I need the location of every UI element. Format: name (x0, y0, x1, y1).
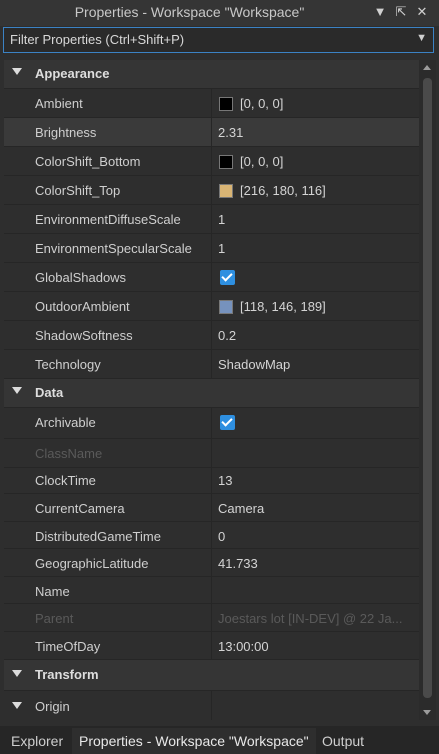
vertical-scrollbar[interactable] (419, 60, 436, 720)
property-name: Brightness (35, 125, 97, 140)
tab-output[interactable]: Output (315, 728, 371, 754)
property-row-geographiclatitude[interactable]: GeographicLatitude 41.733 (4, 549, 419, 577)
properties-panel: Appearance Ambient [0, 0, 0] Brightness … (4, 60, 419, 720)
property-value[interactable]: [0, 0, 0] (240, 154, 283, 169)
property-row-environmentspecularscale[interactable]: EnvironmentSpecularScale 1 (4, 234, 419, 263)
property-name: OutdoorAmbient (35, 299, 130, 314)
scroll-up-icon[interactable] (423, 65, 431, 70)
property-value[interactable]: [0, 0, 0] (240, 96, 283, 111)
filter-placeholder: Filter Properties (Ctrl+Shift+P) (10, 32, 185, 47)
collapse-caret-icon[interactable] (12, 68, 22, 75)
property-row-brightness[interactable]: Brightness 2.31 (4, 118, 419, 147)
property-row-clocktime[interactable]: ClockTime 13 (4, 468, 419, 494)
property-row-colorshift-bottom[interactable]: ColorShift_Bottom [0, 0, 0] (4, 147, 419, 176)
property-name: EnvironmentDiffuseScale (35, 212, 181, 227)
property-name: Parent (35, 611, 74, 626)
property-name: TimeOfDay (35, 639, 101, 654)
property-name: EnvironmentSpecularScale (35, 241, 192, 256)
checkbox-checked[interactable] (220, 270, 235, 285)
property-value[interactable]: Camera (218, 501, 264, 516)
property-name: DistributedGameTime (35, 529, 161, 544)
property-value[interactable]: [118, 146, 189] (240, 299, 326, 314)
property-value[interactable]: 1 (218, 212, 225, 227)
section-title: Appearance (35, 66, 110, 81)
color-swatch[interactable] (219, 155, 233, 169)
filter-properties-input[interactable]: Filter Properties (Ctrl+Shift+P) ▼ (3, 27, 434, 53)
section-data[interactable]: Data (4, 379, 419, 408)
window-title: Properties - Workspace "Workspace" (74, 4, 305, 20)
property-name: Archivable (35, 415, 96, 430)
color-swatch[interactable] (219, 97, 233, 111)
property-row-origin[interactable]: Origin (4, 691, 419, 720)
property-row-archivable[interactable]: Archivable (4, 408, 419, 439)
property-row-distributedgametime[interactable]: DistributedGameTime 0 (4, 522, 419, 549)
property-name: ColorShift_Bottom (35, 154, 141, 169)
property-row-currentcamera[interactable]: CurrentCamera Camera (4, 494, 419, 522)
property-row-globalshadows[interactable]: GlobalShadows (4, 263, 419, 292)
property-value[interactable]: 13:00:00 (218, 639, 269, 654)
property-value[interactable]: 2.31 (218, 125, 243, 140)
section-transform[interactable]: Transform (4, 660, 419, 691)
section-appearance[interactable]: Appearance (4, 60, 419, 89)
section-title: Transform (35, 667, 99, 682)
property-value[interactable]: 41.733 (218, 556, 258, 571)
property-row-colorshift-top[interactable]: ColorShift_Top [216, 180, 116] (4, 176, 419, 205)
property-value[interactable]: 0.2 (218, 328, 236, 343)
tab-explorer[interactable]: Explorer (4, 728, 70, 754)
property-value[interactable]: 1 (218, 241, 225, 256)
scrollbar-thumb[interactable] (423, 78, 432, 698)
property-row-ambient[interactable]: Ambient [0, 0, 0] (4, 89, 419, 118)
property-name: Ambient (35, 96, 83, 111)
property-row-outdoorambient[interactable]: OutdoorAmbient [118, 146, 189] (4, 292, 419, 321)
color-swatch[interactable] (219, 184, 233, 198)
property-name: Technology (35, 357, 101, 372)
property-name: CurrentCamera (35, 501, 125, 516)
property-name: Origin (35, 699, 70, 714)
property-row-parent: Parent Joestars lot [IN-DEV] @ 22 Ja... (4, 604, 419, 632)
checkbox-checked[interactable] (220, 415, 235, 430)
property-name: GlobalShadows (35, 270, 127, 285)
property-name: Name (35, 584, 70, 599)
title-bar: Properties - Workspace "Workspace" ▼ ⇱ ✕ (0, 0, 439, 26)
property-name: ShadowSoftness (35, 328, 133, 343)
property-value[interactable]: ShadowMap (218, 357, 290, 372)
property-value[interactable]: [216, 180, 116] (240, 183, 326, 198)
property-row-name[interactable]: Name (4, 577, 419, 604)
property-name: ClassName (35, 446, 103, 461)
collapse-caret-icon[interactable] (12, 387, 22, 394)
property-name: ColorShift_Top (35, 183, 121, 198)
property-value[interactable]: 13 (218, 473, 232, 488)
bottom-tab-bar: Explorer Properties - Workspace "Workspa… (0, 726, 439, 754)
property-row-classname: ClassName (4, 439, 419, 468)
property-value[interactable]: 0 (218, 529, 225, 544)
section-title: Data (35, 385, 64, 400)
filter-dropdown-icon[interactable]: ▼ (416, 32, 427, 44)
color-swatch[interactable] (219, 300, 233, 314)
property-row-technology[interactable]: Technology ShadowMap (4, 350, 419, 379)
property-value: Joestars lot [IN-DEV] @ 22 Ja... (218, 611, 403, 626)
property-name: GeographicLatitude (35, 556, 149, 571)
property-name: ClockTime (35, 473, 96, 488)
close-icon[interactable]: ✕ (414, 3, 430, 21)
collapse-caret-icon[interactable] (12, 670, 22, 677)
property-row-timeofday[interactable]: TimeOfDay 13:00:00 (4, 632, 419, 660)
property-row-environmentdiffusescale[interactable]: EnvironmentDiffuseScale 1 (4, 205, 419, 234)
chevron-down-icon[interactable]: ▼ (372, 3, 388, 21)
undock-icon[interactable]: ⇱ (393, 3, 409, 21)
property-row-shadowsoftness[interactable]: ShadowSoftness 0.2 (4, 321, 419, 350)
expand-caret-icon[interactable] (12, 702, 22, 709)
tab-properties[interactable]: Properties - Workspace "Workspace" (72, 728, 316, 754)
scroll-down-icon[interactable] (423, 710, 431, 715)
